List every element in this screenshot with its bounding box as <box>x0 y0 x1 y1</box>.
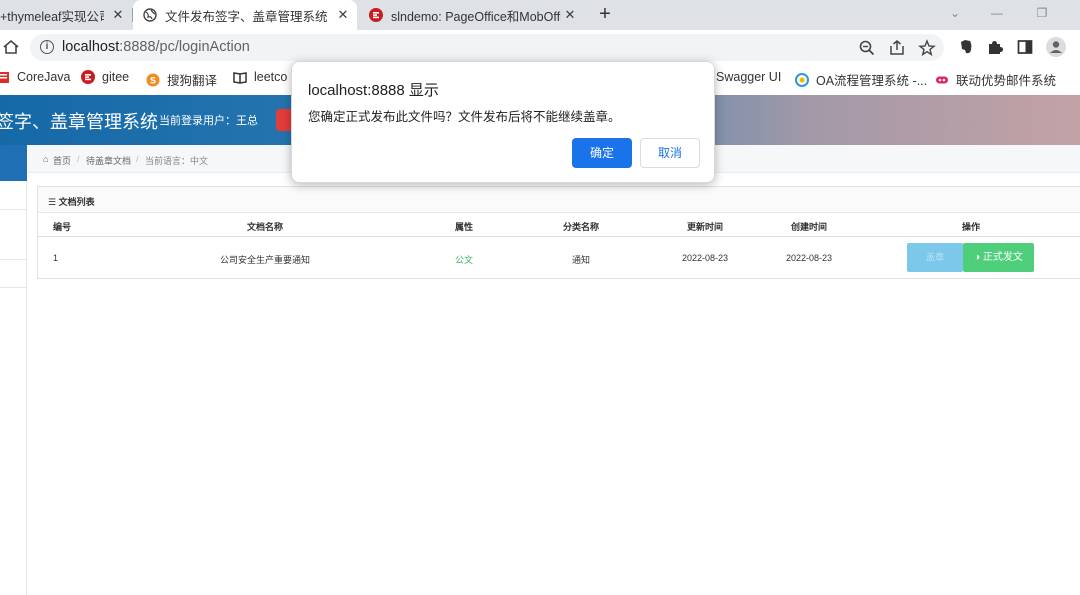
url-path: :8888/pc/loginAction <box>119 39 250 55</box>
document-list-panel: ☰ 文档列表 编号 文档名称 属性 分类名称 更新时间 创建时间 操作 1 公司… <box>37 186 1080 279</box>
bookmark-leetcode[interactable]: leetco <box>233 70 287 84</box>
breadcrumb-separator: / <box>136 154 139 164</box>
extensions-icon[interactable] <box>986 38 1004 56</box>
cancel-button[interactable]: 取消 <box>640 138 700 168</box>
bookmark-label: OA流程管理系统 -... <box>816 74 928 88</box>
bookmark-sogou[interactable]: S 搜狗翻译 <box>146 70 217 89</box>
address-bar[interactable]: i localhost:8888/pc/loginAction <box>30 34 944 61</box>
table-header: 编号 文档名称 属性 分类名称 更新时间 创建时间 操作 <box>38 213 1080 237</box>
panel-header: ☰ 文档列表 <box>38 187 1080 213</box>
dialog-title: localhost:8888 显示 <box>308 82 439 99</box>
sidebar-divider <box>0 287 27 288</box>
cell-id: 1 <box>53 253 59 263</box>
bookmark-mail[interactable]: 联动优势邮件系统 <box>935 70 1056 89</box>
dialog-message: 您确定正式发布此文件吗？文件发布后将不能继续盖章。 <box>308 110 621 124</box>
bookmark-label: Swagger UI <box>716 70 782 84</box>
minimize-icon[interactable]: — <box>985 4 1009 22</box>
bookmark-label: gitee <box>102 70 130 84</box>
publish-button[interactable]: ◑ 正式发文 <box>963 243 1034 272</box>
url-host: localhost <box>62 39 120 55</box>
bookmark-label: leetco <box>254 70 288 84</box>
browser-tab-strip: +thymeleaf实现公司 ✕ 文件发布签字、盖章管理系统 ✕ slndemo… <box>0 0 1080 30</box>
zoom-icon[interactable] <box>858 39 876 57</box>
chevron-down-icon[interactable]: ⌄ <box>943 4 967 22</box>
sidebar <box>0 145 27 595</box>
new-tab-button[interactable]: + <box>594 4 616 26</box>
cell-name[interactable]: 公司安全生产重要通知 <box>220 253 310 266</box>
column-header-id: 编号 <box>53 222 72 232</box>
breadcrumb-home[interactable]: 首页 <box>53 154 71 167</box>
url-text: localhost:8888/pc/loginAction <box>62 39 250 55</box>
column-header-created: 创建时间 <box>790 222 828 232</box>
sidebar-divider <box>0 259 27 260</box>
profile-avatar-icon[interactable] <box>1045 36 1067 58</box>
breadcrumb-language: 当前语言：中文 <box>145 156 209 166</box>
tab-title: 文件发布签字、盖章管理系统 <box>165 9 328 24</box>
current-user-label: 当前登录用户：王总 <box>159 115 258 127</box>
mail-icon <box>936 76 948 83</box>
bookmark-swagger[interactable]: Swagger UI <box>716 70 781 84</box>
folder-red-icon <box>0 72 9 83</box>
globe-icon <box>143 8 157 22</box>
evernote-icon[interactable] <box>957 38 975 56</box>
bookmark-label: 联动优势邮件系统 <box>956 74 1057 88</box>
home-icon[interactable]: ⌂ <box>43 154 48 164</box>
sogou-icon: S <box>146 73 160 86</box>
bookmark-label: 搜狗翻译 <box>167 74 218 88</box>
bookmark-oa[interactable]: OA流程管理系统 -... <box>795 70 927 89</box>
restore-icon[interactable]: ❐ <box>1030 4 1054 22</box>
share-icon[interactable] <box>888 39 906 57</box>
close-icon[interactable]: ✕ <box>562 7 578 23</box>
breadcrumb-separator: / <box>77 154 80 164</box>
cell-created: 2022-08-23 <box>785 253 833 263</box>
tab-title: slndemo: PageOffice和MobOffi <box>391 9 561 24</box>
column-header-name: 文档名称 <box>246 222 284 232</box>
sidebar-item-active[interactable] <box>0 145 27 181</box>
cell-updated: 2022-08-23 <box>681 253 729 263</box>
bookmark-corejava[interactable]: CoreJava <box>0 70 71 84</box>
tab-title: +thymeleaf实现公司 <box>0 9 104 24</box>
side-panel-icon[interactable] <box>1016 38 1034 56</box>
close-icon[interactable]: ✕ <box>335 7 351 23</box>
browser-toolbar: i localhost:8888/pc/loginAction <box>0 30 1080 64</box>
book-icon <box>233 72 247 84</box>
browser-tab-2[interactable]: 文件发布签字、盖章管理系统 ✕ <box>133 0 357 30</box>
svg-text:S: S <box>150 76 156 86</box>
list-icon: ☰ <box>48 197 59 207</box>
info-icon[interactable]: i <box>40 40 54 54</box>
column-header-attr: 属性 <box>454 222 474 232</box>
panel-title: ☰ 文档列表 <box>48 195 95 208</box>
panel-title-text: 文档列表 <box>58 197 95 207</box>
close-icon[interactable]: ✕ <box>110 7 126 23</box>
cell-attr: 公文 <box>454 255 474 265</box>
browser-tab-1[interactable]: +thymeleaf实现公司 ✕ <box>0 0 132 30</box>
cell-category: 通知 <box>571 255 591 265</box>
gitee-icon <box>81 70 95 84</box>
confirm-button[interactable]: 确定 <box>572 138 632 168</box>
browser-tab-3[interactable]: slndemo: PageOffice和MobOffi ✕ <box>359 0 584 30</box>
gitee-icon <box>369 8 383 22</box>
column-header-updated: 更新时间 <box>686 222 724 232</box>
confirm-dialog: localhost:8888 显示 您确定正式发布此文件吗？文件发布后将不能继续… <box>291 61 715 183</box>
column-header-category: 分类名称 <box>562 222 600 232</box>
oa-icon <box>795 72 809 87</box>
star-icon[interactable] <box>918 39 936 57</box>
bookmark-label: CoreJava <box>17 70 71 84</box>
seal-button[interactable]: 盖章 <box>907 243 963 272</box>
home-icon[interactable] <box>2 38 20 56</box>
table-row: 1 公司安全生产重要通知 公文 通知 2022-08-23 2022-08-23… <box>38 237 1080 279</box>
bookmark-gitee[interactable]: gitee <box>81 70 129 84</box>
app-title: 签字、盖章管理系统 <box>0 112 158 132</box>
sidebar-divider <box>0 209 27 210</box>
breadcrumb-current[interactable]: 待盖章文档 <box>86 154 131 167</box>
column-header-actions: 操作 <box>961 222 981 232</box>
